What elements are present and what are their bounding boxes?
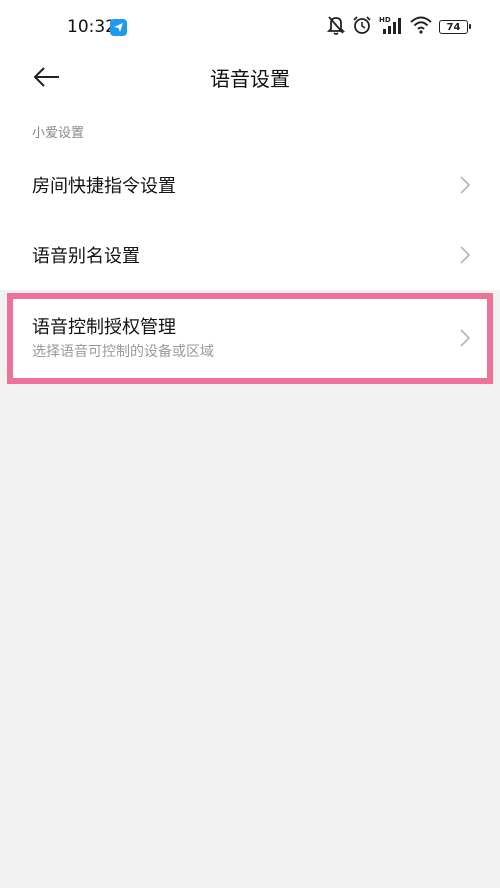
battery-icon: 74 bbox=[439, 20, 471, 34]
app-notification-icon bbox=[110, 19, 127, 36]
alarm-icon bbox=[352, 15, 372, 39]
list-item-voice-control-authorization[interactable]: 语音控制授权管理 选择语音可控制的设备或区域 bbox=[0, 299, 500, 378]
section-label: 小爱设置 bbox=[32, 126, 85, 141]
status-bar: 10:32 HD 74 bbox=[0, 0, 500, 56]
chevron-right-icon bbox=[460, 176, 471, 194]
list-item-label: 语音别名设置 bbox=[32, 246, 140, 267]
status-time: 10:32 bbox=[67, 17, 116, 37]
status-icons: HD 74 bbox=[326, 15, 471, 39]
list-item-label: 语音控制授权管理 bbox=[32, 317, 176, 338]
list-item-voice-alias[interactable]: 语音别名设置 bbox=[0, 220, 500, 290]
chevron-right-icon bbox=[460, 329, 471, 347]
header: 语音设置 bbox=[0, 56, 500, 98]
list-item-subtitle: 选择语音可控制的设备或区域 bbox=[32, 344, 214, 360]
list-item-label: 房间快捷指令设置 bbox=[32, 176, 176, 197]
mute-bell-icon bbox=[326, 15, 346, 39]
hd-signal-icon: HD bbox=[379, 15, 403, 39]
page-title: 语音设置 bbox=[210, 67, 290, 91]
chevron-right-icon bbox=[460, 246, 471, 264]
svg-text:HD: HD bbox=[379, 16, 391, 24]
wifi-icon bbox=[410, 16, 432, 38]
list-item-room-shortcut[interactable]: 房间快捷指令设置 bbox=[0, 150, 500, 220]
